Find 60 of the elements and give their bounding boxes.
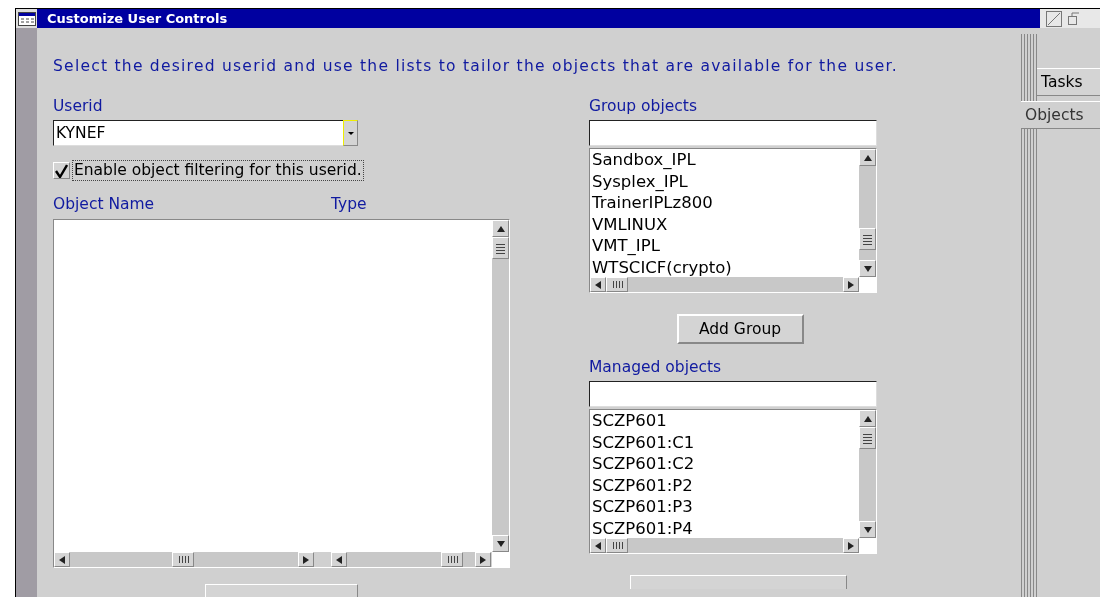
- list-item[interactable]: Sandbox_IPL: [590, 149, 859, 171]
- scroll-down-button[interactable]: [492, 535, 509, 552]
- scroll-up-button[interactable]: [859, 410, 876, 427]
- filter-field[interactable]: [589, 381, 877, 407]
- list-item[interactable]: SCZP601:P4: [590, 517, 859, 538]
- scroll-left-button[interactable]: [331, 552, 347, 567]
- list-item[interactable]: TrainerIPLz800: [590, 192, 859, 214]
- scroll-right-button[interactable]: [475, 552, 491, 567]
- scrollbar-thumb[interactable]: [859, 228, 876, 250]
- scroll-left-button[interactable]: [590, 538, 606, 553]
- list-label: Group objects: [589, 96, 698, 116]
- list-item[interactable]: SCZP601:P3: [590, 496, 859, 518]
- list-item[interactable]: SCZP601:C1: [590, 431, 859, 453]
- list-label: Managed objects: [589, 357, 723, 377]
- vertical-scrollbar[interactable]: [492, 220, 509, 552]
- restore-icon[interactable]: [1068, 11, 1080, 26]
- scrollbar-thumb[interactable]: [441, 552, 463, 567]
- dropdown-button[interactable]: [343, 120, 358, 146]
- list-item[interactable]: WTSCICF(crypto): [590, 256, 859, 277]
- scroll-up-button[interactable]: [859, 149, 876, 166]
- horizontal-scrollbar[interactable]: [590, 277, 859, 292]
- list-item[interactable]: Sysplex_IPL: [590, 170, 859, 192]
- scrollbar-thumb[interactable]: [859, 427, 876, 449]
- scroll-down-button[interactable]: [859, 260, 876, 277]
- vertical-scrollbar[interactable]: [859, 410, 876, 538]
- maximize-icon[interactable]: [1046, 10, 1062, 27]
- instruction-text: Select the desired userid and use the lists to tailor the objects that are available for the user.: [53, 57, 899, 77]
- filter-field[interactable]: [589, 120, 877, 146]
- tab[interactable]: Tasks: [1037, 68, 1100, 96]
- scroll-left-button[interactable]: [590, 277, 606, 292]
- scroll-up-button[interactable]: [492, 220, 509, 237]
- horizontal-scrollbar[interactable]: [331, 552, 491, 567]
- scrollbar-thumb[interactable]: [172, 552, 194, 567]
- userid-field[interactable]: KYNEF: [53, 120, 343, 146]
- list-item[interactable]: SCZP601: [590, 410, 859, 432]
- field-label: Userid: [53, 96, 104, 116]
- window-title: Customize User Controls: [37, 9, 1040, 28]
- scroll-left-button[interactable]: [54, 552, 70, 567]
- list-item[interactable]: VMLINUX: [590, 213, 859, 235]
- vertical-scrollbar[interactable]: [859, 149, 876, 277]
- scroll-right-button[interactable]: [298, 552, 314, 567]
- column-header: Type: [331, 194, 367, 214]
- scrollbar-thumb[interactable]: [606, 538, 628, 553]
- scroll-down-button[interactable]: [859, 521, 876, 538]
- scrollbar-thumb[interactable]: [492, 237, 509, 259]
- horizontal-scrollbar[interactable]: [54, 552, 314, 567]
- scrollbar-thumb[interactable]: [606, 277, 628, 292]
- checkbox-label[interactable]: Enable object filtering for this userid.: [72, 160, 364, 181]
- list-item[interactable]: SCZP601:C2: [590, 453, 859, 475]
- caret-icon: [346, 130, 355, 136]
- list-item[interactable]: SCZP601:P2: [590, 474, 859, 496]
- add-group-button[interactable]: Add Group: [676, 314, 804, 344]
- tab[interactable]: Objects: [1021, 101, 1100, 129]
- checkbox[interactable]: [53, 162, 70, 179]
- column-header: Object Name: [53, 194, 156, 214]
- horizontal-scrollbar[interactable]: [590, 538, 859, 553]
- scroll-right-button[interactable]: [843, 277, 859, 292]
- window-menu-icon[interactable]: [17, 11, 36, 26]
- scroll-right-button[interactable]: [843, 538, 859, 553]
- list-item[interactable]: VMT_IPL: [590, 235, 859, 257]
